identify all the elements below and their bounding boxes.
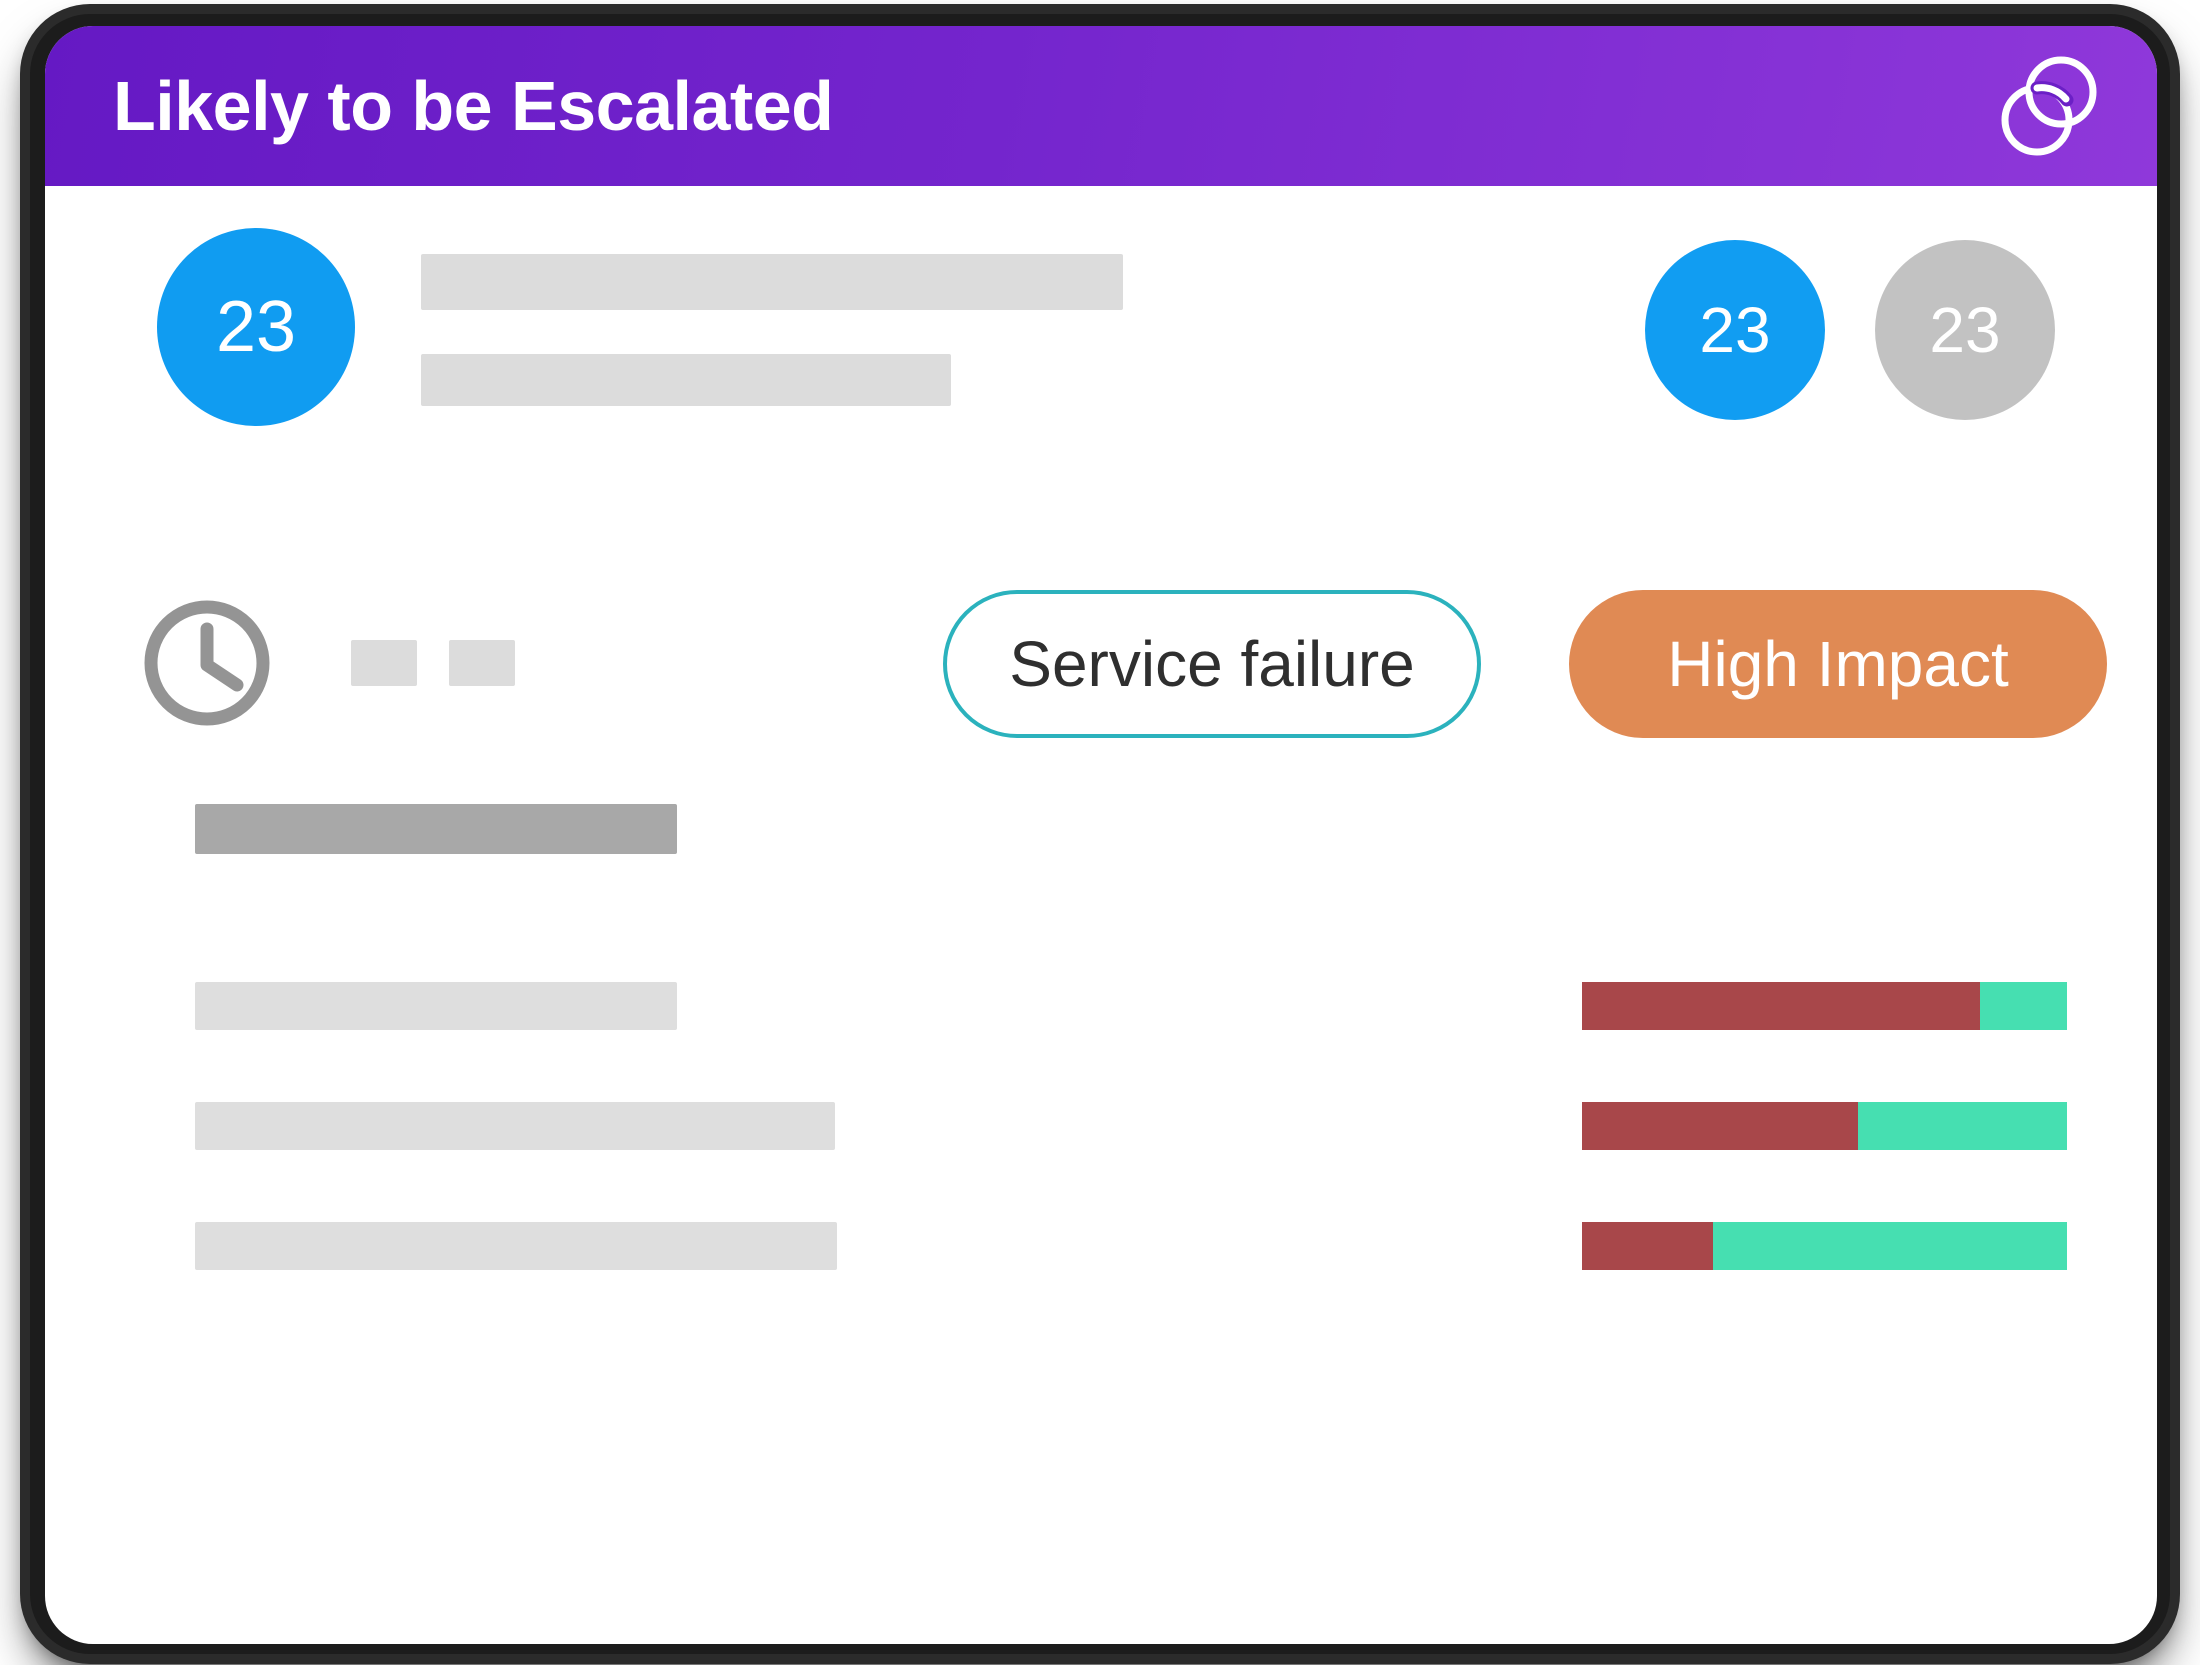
placeholder-line-secondary <box>421 354 951 406</box>
split-progress-bar <box>1582 982 2067 1030</box>
category-tag-pill[interactable]: Service failure <box>943 590 1481 738</box>
identity-row: 23 23 23 <box>45 228 2157 438</box>
meta-placeholder-chips <box>351 640 515 686</box>
meta-row: Service failure High Impact <box>45 578 2157 748</box>
placeholder-chip <box>449 640 515 686</box>
placeholder-line-primary <box>421 254 1123 310</box>
list-row-label-placeholder <box>195 1222 837 1270</box>
impact-tag-pill[interactable]: High Impact <box>1569 590 2107 738</box>
list-row[interactable] <box>45 946 2157 1066</box>
bar-segment-positive <box>1858 1102 2067 1150</box>
bar-segment-positive <box>1712 1222 2067 1270</box>
placeholder-chip <box>351 640 417 686</box>
dashboard-card: Likely to be Escalated 23 23 23 Service … <box>45 26 2157 1644</box>
bar-segment-positive <box>1979 982 2067 1030</box>
bar-segment-negative <box>1582 1102 1859 1150</box>
list-row[interactable] <box>45 1066 2157 1186</box>
avatar-count-badge[interactable]: 23 <box>157 228 355 426</box>
list-row[interactable] <box>45 1186 2157 1306</box>
clock-icon <box>144 600 270 726</box>
list-row-label-placeholder <box>195 982 677 1030</box>
count-badge-primary[interactable]: 23 <box>1645 240 1825 420</box>
section-heading-placeholder <box>195 804 677 854</box>
split-progress-bar <box>1582 1222 2067 1270</box>
clipped-bottom-content <box>45 1636 2157 1644</box>
identity-placeholder-lines <box>421 254 1645 406</box>
list-rows <box>45 946 2157 1306</box>
bar-segment-negative <box>1582 982 1980 1030</box>
count-badge-group: 23 23 <box>1645 240 2055 420</box>
bar-segment-negative <box>1582 1222 1713 1270</box>
count-badge-secondary[interactable]: 23 <box>1875 240 2055 420</box>
split-progress-bar <box>1582 1102 2067 1150</box>
card-header: Likely to be Escalated <box>45 26 2157 186</box>
list-row-label-placeholder <box>195 1102 835 1150</box>
interlocking-circles-logo-icon <box>2001 56 2097 156</box>
page-title: Likely to be Escalated <box>113 67 834 145</box>
card-body: 23 23 23 Service failure High Impact <box>45 186 2157 1644</box>
